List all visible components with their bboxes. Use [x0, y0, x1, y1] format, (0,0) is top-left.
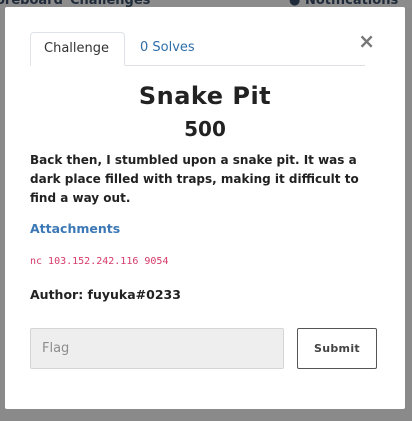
challenge-description: Back then, I stumbled upon a snake pit. …: [30, 153, 359, 205]
challenge-modal: × Challenge 0 Solves Snake Pit 500 Back …: [5, 7, 405, 409]
flag-input[interactable]: [30, 328, 284, 369]
attachments-heading: Attachments: [30, 221, 121, 236]
tab-solves[interactable]: 0 Solves: [127, 32, 208, 66]
modal-tabs: Challenge 0 Solves: [30, 32, 365, 66]
challenge-points: 500: [184, 117, 226, 141]
challenge-author: Author: fuyuka#0233: [30, 287, 181, 302]
connection-info: nc 103.152.242.116 9054: [30, 256, 169, 267]
submit-button[interactable]: Submit: [297, 328, 377, 369]
challenge-title: Snake Pit: [138, 82, 272, 110]
tab-challenge[interactable]: Challenge: [30, 32, 125, 66]
